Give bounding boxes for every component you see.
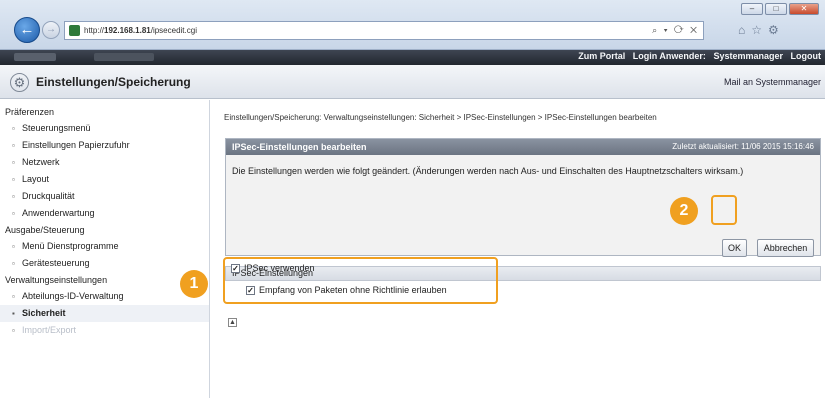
sidebar-item-anwenderwartung[interactable]: ▫ Anwenderwartung <box>0 205 209 222</box>
login-user: Systemmanager <box>713 51 783 61</box>
window-controls: – □ ✕ <box>741 3 819 15</box>
header-links: Zum Portal Login Anwender: Systemmanager… <box>573 51 821 61</box>
callout-1: 1 <box>180 270 208 298</box>
bullet-icon: ▫ <box>12 192 15 201</box>
bullet-icon: ▫ <box>12 175 15 184</box>
address-url: http://192.168.1.81/ipsecedit.cgi <box>84 26 197 35</box>
panel-header: IPSec-Einstellungen bearbeiten Zuletzt a… <box>226 139 820 155</box>
site-favicon-icon <box>69 25 80 36</box>
ok-highlight-frame <box>711 195 737 225</box>
top-header-bar: Zum Portal Login Anwender: Systemmanager… <box>0 50 825 65</box>
gear-icon[interactable]: ⚙ <box>768 23 785 37</box>
sidebar-section-ausgabe: Ausgabe/Steuerung <box>5 225 85 235</box>
logout-link[interactable]: Logout <box>791 51 822 61</box>
portal-link[interactable]: Zum Portal <box>578 51 625 61</box>
bullet-icon: ▫ <box>12 141 15 150</box>
back-button[interactable]: ← <box>14 17 40 43</box>
sidebar: Präferenzen ▫ Steuerungsmenü ▫ Einstellung… <box>0 100 210 398</box>
mail-link[interactable]: Mail an Systemmanager <box>724 77 821 87</box>
bullet-icon: ▫ <box>12 326 15 335</box>
panel-message: Die Einstellungen werden wie folgt geänd… <box>232 166 744 176</box>
sidebar-item-geraetesteuerung[interactable]: ▫ Gerätesteuerung <box>0 255 209 272</box>
cancel-button[interactable]: Abbrechen <box>757 239 814 257</box>
checkbox-highlight-frame <box>223 257 498 304</box>
sidebar-section-praeferenzen: Präferenzen <box>5 107 55 117</box>
bullet-icon: ▫ <box>12 259 15 268</box>
address-bar[interactable]: http://192.168.1.81/ipsecedit.cgi ⌕ ▾ ⟳ … <box>64 21 704 40</box>
minimize-icon[interactable]: – <box>741 3 763 15</box>
login-label: Login Anwender: <box>632 51 706 61</box>
sidebar-item-import-export[interactable]: ▫ Import/Export <box>0 322 209 339</box>
sidebar-item-papierzufuhr[interactable]: ▫ Einstellungen Papierzufuhr <box>0 137 209 154</box>
bullet-icon: ▫ <box>12 209 15 218</box>
breadcrumb: Einstellungen/Speicherung: Verwaltungsei… <box>224 113 657 122</box>
bullet-icon: ▫ <box>12 242 15 251</box>
blurred-tab <box>94 53 154 61</box>
sidebar-item-layout[interactable]: ▫ Layout <box>0 171 209 188</box>
bullet-icon: ▫ <box>12 124 15 133</box>
sidebar-section-verwaltung: Verwaltungseinstellungen <box>5 275 108 285</box>
bullet-icon: ▫ <box>12 158 15 167</box>
sidebar-item-abteilungs-id[interactable]: ▫ Abteilungs-ID-Verwaltung <box>0 288 209 305</box>
settings-gear-icon: ⚙ <box>10 73 29 92</box>
sidebar-item-dienstprogramme[interactable]: ▫ Menü Dienstprogramme <box>0 238 209 255</box>
star-icon[interactable]: ☆ <box>751 23 768 37</box>
toolbar-icons[interactable]: ⌂☆⚙ <box>738 23 785 37</box>
page-title: Einstellungen/Speicherung <box>36 75 191 89</box>
scroll-top-icon[interactable]: ▲ <box>228 318 237 327</box>
browser-chrome: – □ ✕ ← → http://192.168.1.81/ipsecedit.… <box>0 0 825 50</box>
sidebar-item-netzwerk[interactable]: ▫ Netzwerk <box>0 154 209 171</box>
sidebar-item-steuerungsmenue[interactable]: ▫ Steuerungsmenü <box>0 120 209 137</box>
sidebar-item-druckqualitaet[interactable]: ▫ Druckqualität <box>0 188 209 205</box>
forward-button[interactable]: → <box>42 21 60 39</box>
close-icon[interactable]: ✕ <box>789 3 819 15</box>
blurred-tab <box>14 53 56 61</box>
home-icon[interactable]: ⌂ <box>738 23 751 37</box>
title-bar: ⚙ Einstellungen/Speicherung Mail an Syst… <box>0 65 825 99</box>
ok-button[interactable]: OK <box>722 239 747 257</box>
last-updated: Zuletzt aktualisiert: 11/06 2015 15:16:4… <box>672 142 814 151</box>
main-content: Einstellungen/Speicherung: Verwaltungsei… <box>220 100 825 398</box>
sidebar-item-sicherheit[interactable]: ▪ Sicherheit <box>0 305 209 322</box>
panel-title: IPSec-Einstellungen bearbeiten <box>232 142 367 152</box>
maximize-icon[interactable]: □ <box>765 3 787 15</box>
bullet-icon: ▫ <box>12 292 15 301</box>
address-bar-icons[interactable]: ⌕ ▾ ⟳ ✕ <box>652 25 703 36</box>
bullet-icon: ▪ <box>12 309 15 318</box>
callout-2: 2 <box>670 197 698 225</box>
